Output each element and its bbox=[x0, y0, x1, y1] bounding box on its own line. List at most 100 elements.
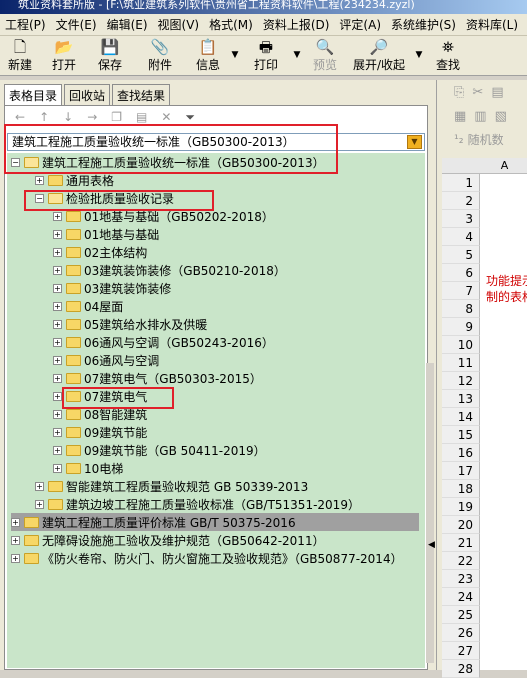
expand-icon[interactable]: + bbox=[53, 247, 62, 257]
row-number[interactable]: 24 bbox=[442, 588, 480, 606]
expand-icon[interactable]: + bbox=[53, 409, 62, 419]
row-number[interactable]: 4 bbox=[442, 228, 480, 246]
menu-report[interactable]: 资料上报(D) bbox=[258, 16, 335, 33]
paste-icon[interactable]: ▤ bbox=[491, 85, 503, 100]
expand-icon[interactable]: + bbox=[53, 355, 62, 365]
row-number[interactable]: 2 bbox=[442, 192, 480, 210]
tree-node-fire-doors[interactable]: + 《防火卷帘、防火门、防火窗施工及验收规范》（GB50877-2014） bbox=[11, 549, 403, 567]
row-number[interactable]: 15 bbox=[442, 426, 480, 444]
new-button[interactable]: 🗋 新建 bbox=[0, 36, 40, 74]
paste-icon[interactable]: ▤ bbox=[136, 110, 147, 124]
table-icon[interactable]: ▦ bbox=[454, 109, 466, 124]
row-number[interactable]: 16 bbox=[442, 444, 480, 462]
row-number[interactable]: 14 bbox=[442, 408, 480, 426]
chevron-down-icon[interactable]: ▼ bbox=[407, 135, 422, 149]
row-number[interactable]: 27 bbox=[442, 642, 480, 660]
row-number[interactable]: 23 bbox=[442, 570, 480, 588]
expand-icon[interactable]: + bbox=[53, 265, 62, 275]
tree-node-item[interactable]: +05建筑给水排水及供暖 bbox=[53, 315, 207, 333]
tab-search-results[interactable]: 查找结果 bbox=[112, 84, 171, 105]
expand-icon[interactable]: + bbox=[53, 211, 62, 221]
expand-icon[interactable]: + bbox=[11, 535, 20, 545]
tree-scrollbar[interactable] bbox=[426, 363, 434, 663]
spreadsheet[interactable]: A 1 2 3 4 5 6 7 8 9 10 11 12 13 14 15 16 17 18 19 20 21 22 23 2… bbox=[442, 158, 527, 678]
move-right-icon[interactable]: → bbox=[87, 110, 97, 124]
row-number[interactable]: 5 bbox=[442, 246, 480, 264]
row-number[interactable]: 17 bbox=[442, 462, 480, 480]
save-button[interactable]: 💾 保存 bbox=[88, 36, 132, 74]
info-button[interactable]: 📋 信息 bbox=[188, 36, 228, 74]
row-number[interactable]: 9 bbox=[442, 318, 480, 336]
menu-project[interactable]: 工程(P) bbox=[0, 16, 51, 33]
row-number[interactable]: 3 bbox=[442, 210, 480, 228]
column-a-header[interactable]: A bbox=[482, 158, 527, 174]
expand-icon[interactable]: + bbox=[53, 373, 62, 383]
menu-tech[interactable]: 技 bbox=[523, 16, 527, 33]
print-button[interactable]: 🖶 打印 bbox=[242, 36, 290, 74]
tree-node-accessibility[interactable]: + 无障碍设施施工验收及维护规范（GB50642-2011） bbox=[11, 531, 325, 549]
expand-icon[interactable]: + bbox=[53, 337, 62, 347]
tree-node-item[interactable]: +03建筑装饰装修（GB50210-2018） bbox=[53, 261, 286, 279]
expand-icon[interactable]: + bbox=[53, 463, 62, 473]
expand-icon[interactable]: + bbox=[35, 499, 44, 509]
tab-recycle-bin[interactable]: 回收站 bbox=[64, 84, 111, 105]
tree-node-evaluation[interactable]: + 建筑工程施工质量评价标准 GB/T 50375-2016 bbox=[11, 513, 419, 531]
filter-icon[interactable]: ⏷ bbox=[185, 110, 195, 125]
format-icon[interactable]: ▧ bbox=[495, 109, 507, 124]
row-number[interactable]: 26 bbox=[442, 624, 480, 642]
expand-icon[interactable]: + bbox=[11, 553, 20, 563]
info-dropdown-icon[interactable]: ▼ bbox=[228, 36, 242, 60]
row-number[interactable]: 22 bbox=[442, 552, 480, 570]
expand-dropdown-icon[interactable]: ▼ bbox=[412, 36, 426, 60]
menu-file[interactable]: 文件(E) bbox=[51, 16, 102, 33]
expand-icon[interactable]: + bbox=[53, 301, 62, 311]
open-button[interactable]: 📂 打开 bbox=[40, 36, 88, 74]
row-number[interactable]: 10 bbox=[442, 336, 480, 354]
menu-format[interactable]: 格式(M) bbox=[204, 16, 258, 33]
expand-icon[interactable]: + bbox=[53, 391, 62, 401]
row-number[interactable]: 20 bbox=[442, 516, 480, 534]
tree-node-item[interactable]: +01地基与基础 bbox=[53, 225, 159, 243]
attach-button[interactable]: 📎 附件 bbox=[132, 36, 188, 74]
tree-node-item[interactable]: +09建筑节能（GB 50411-2019） bbox=[53, 441, 266, 459]
menu-evaluate[interactable]: 评定(A) bbox=[334, 16, 386, 33]
row-number[interactable]: 19 bbox=[442, 498, 480, 516]
copy-icon[interactable]: ⎘ bbox=[454, 85, 464, 100]
move-down-icon[interactable]: ↓ bbox=[63, 110, 73, 124]
menu-library[interactable]: 资料库(L) bbox=[461, 16, 523, 33]
row-number[interactable]: 12 bbox=[442, 372, 480, 390]
menu-system[interactable]: 系统维护(S) bbox=[386, 16, 461, 33]
row-number[interactable]: 6 bbox=[442, 264, 480, 282]
collapse-panel-icon[interactable]: ◀ bbox=[428, 540, 435, 550]
expand-icon[interactable]: + bbox=[53, 283, 62, 293]
delete-icon[interactable]: ✕ bbox=[161, 110, 171, 124]
tree-node-item[interactable]: +04屋面 bbox=[53, 297, 123, 315]
menu-view[interactable]: 视图(V) bbox=[153, 16, 205, 33]
tab-catalog[interactable]: 表格目录 bbox=[4, 84, 63, 106]
expand-icon[interactable]: + bbox=[53, 427, 62, 437]
find-button[interactable]: ⛯ 查找 bbox=[426, 36, 470, 74]
row-number[interactable]: 28 bbox=[442, 660, 480, 678]
row-number[interactable]: 18 bbox=[442, 480, 480, 498]
tree-node-slope[interactable]: + 建筑边坡工程施工质量验收标准（GB/T51351-2019） bbox=[35, 495, 360, 513]
tree-node-item[interactable]: +10电梯 bbox=[53, 459, 123, 477]
expand-icon[interactable]: + bbox=[53, 229, 62, 239]
tree-node-item[interactable]: +07建筑电气（GB50303-2015） bbox=[53, 369, 262, 387]
tree-node-item[interactable]: +06通风与空调（GB50243-2016） bbox=[53, 333, 274, 351]
row-number[interactable]: 8 bbox=[442, 300, 480, 318]
row-number[interactable]: 13 bbox=[442, 390, 480, 408]
expand-icon[interactable]: + bbox=[35, 175, 44, 185]
expand-icon[interactable]: + bbox=[11, 517, 20, 527]
grid-icon[interactable]: ▥ bbox=[474, 109, 486, 124]
tree-node-item[interactable]: +03建筑装饰装修 bbox=[53, 279, 171, 297]
copy-icon[interactable]: ❐ bbox=[111, 110, 122, 124]
random-number-button[interactable]: ¹₂ 随机数 bbox=[442, 128, 527, 150]
expand-icon[interactable]: + bbox=[53, 319, 62, 329]
row-number[interactable]: 7 bbox=[442, 282, 480, 300]
tree-node-smart-building[interactable]: + 智能建筑工程质量验收规范 GB 50339-2013 bbox=[35, 477, 308, 495]
expand-collapse-button[interactable]: 🔎 展开/收起 bbox=[346, 36, 412, 74]
print-dropdown-icon[interactable]: ▼ bbox=[290, 36, 304, 60]
tree-node-item[interactable]: +09建筑节能 bbox=[53, 423, 147, 441]
move-up-icon[interactable]: ↑ bbox=[39, 110, 49, 124]
row-number[interactable]: 11 bbox=[442, 354, 480, 372]
